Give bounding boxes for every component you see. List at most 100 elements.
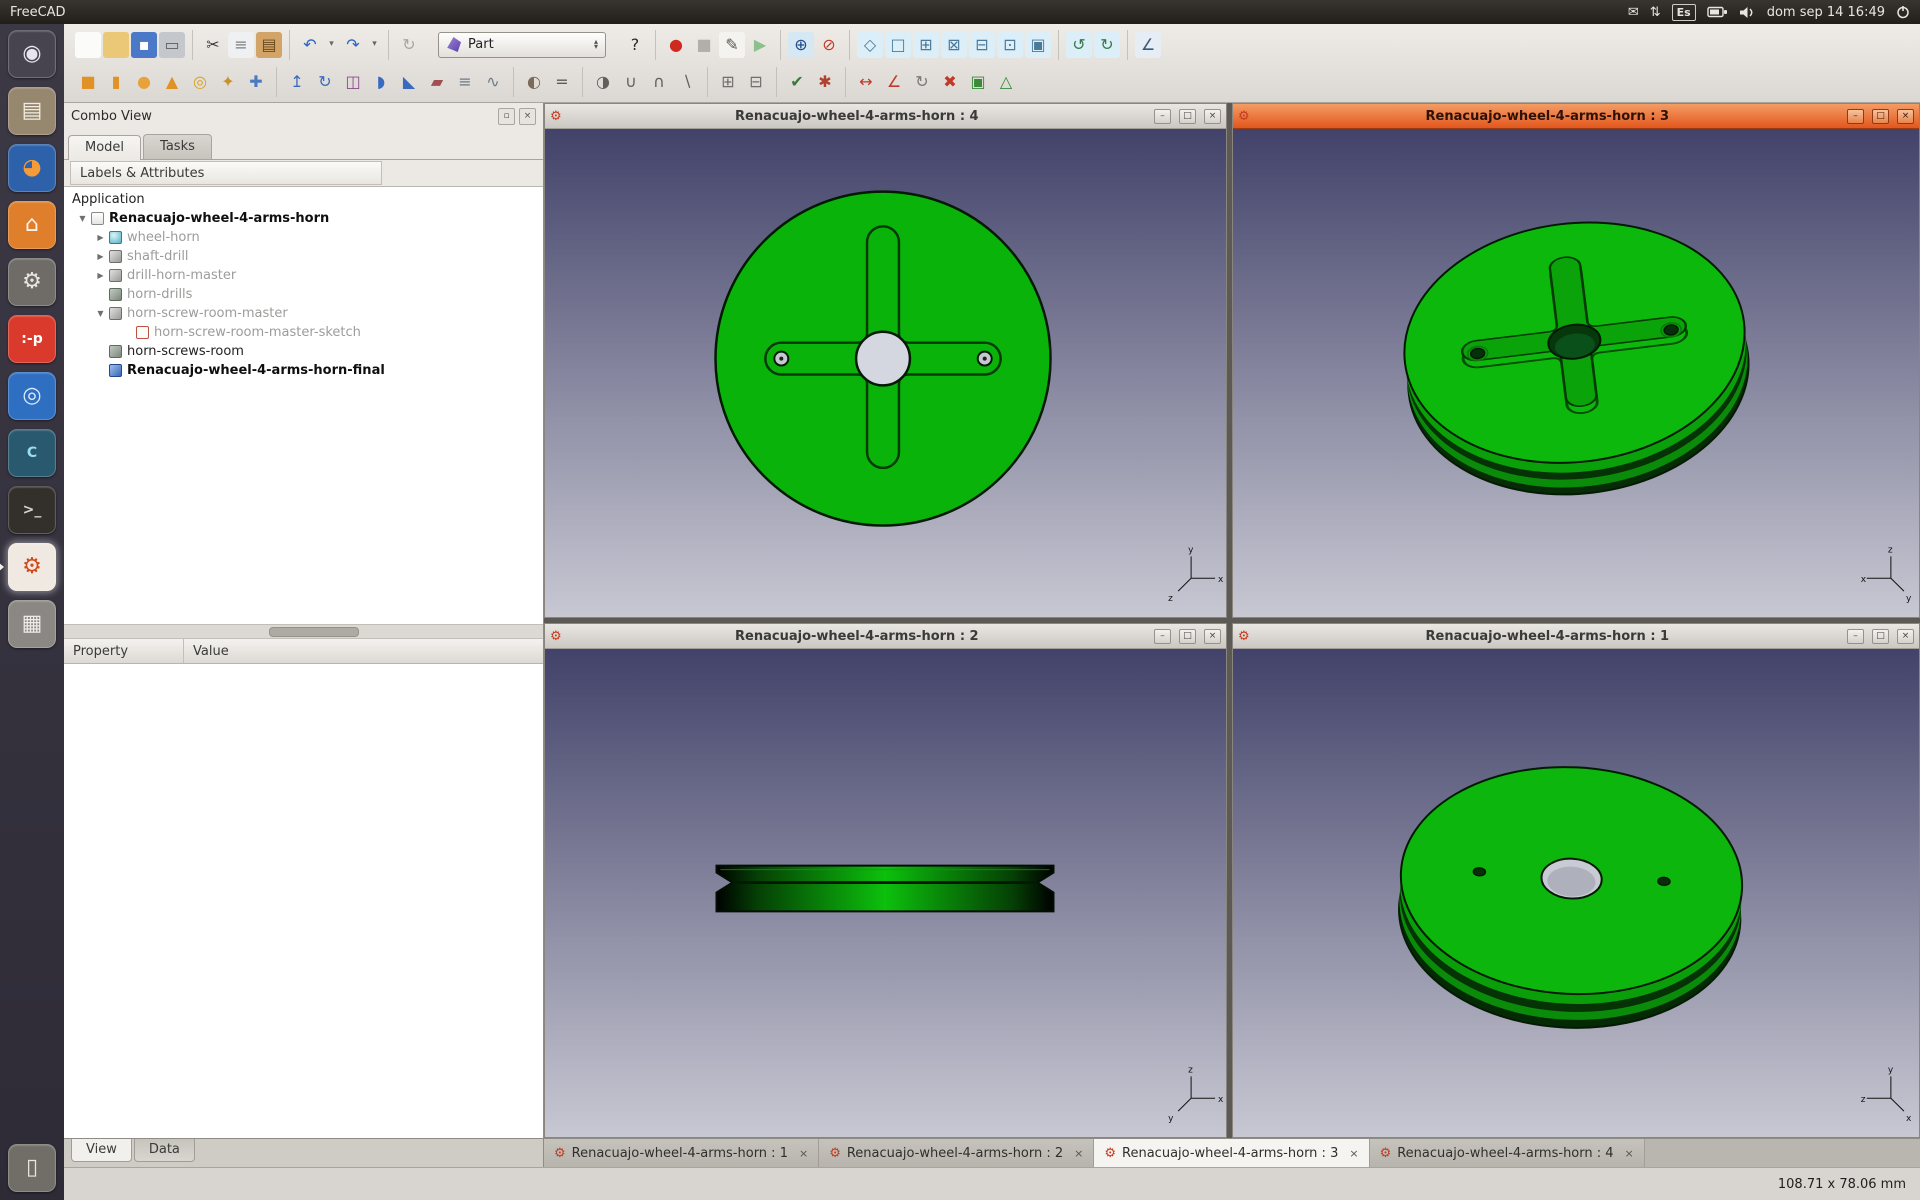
files-icon[interactable]: ▤ (8, 87, 56, 135)
part-torus-icon[interactable]: ◎ (187, 69, 213, 95)
tree-item[interactable]: horn-drills (64, 285, 543, 304)
rotate-right-icon[interactable]: ↻ (1094, 32, 1120, 58)
expander-icon[interactable]: ▶ (94, 233, 107, 242)
extrude-icon[interactable]: ↥ (284, 69, 310, 95)
toggle-measure-icon[interactable]: ▣ (965, 69, 991, 95)
firefox-icon[interactable]: ◕ (8, 144, 56, 192)
3d-viewport[interactable]: x y z (545, 129, 1226, 617)
tree-item[interactable]: ▶wheel-horn (64, 228, 543, 247)
tree-item[interactable]: ▼horn-screw-room-master (64, 304, 543, 323)
clock[interactable]: dom sep 14 16:49 (1767, 5, 1885, 20)
macro-edit-icon[interactable]: ✎ (719, 32, 745, 58)
restore-button[interactable]: □ (1872, 629, 1889, 644)
minimize-button[interactable]: – (1154, 109, 1171, 124)
window-titlebar[interactable]: ⚙ Renacuajo-wheel-4-arms-horn : 2 – □ × (545, 624, 1226, 649)
combo-view-header[interactable]: Combo View ▫ × (64, 103, 543, 129)
close-button[interactable]: × (1204, 629, 1221, 644)
whats-this-icon[interactable]: ? (622, 32, 648, 58)
union-icon[interactable]: ∪ (618, 69, 644, 95)
chamfer-icon[interactable]: ◣ (396, 69, 422, 95)
minimize-button[interactable]: – (1154, 629, 1171, 644)
mirror-icon[interactable]: ◫ (340, 69, 366, 95)
wheel-geometry[interactable] (716, 866, 1053, 912)
session-menu-icon[interactable] (1896, 5, 1910, 19)
close-button[interactable]: × (1897, 629, 1914, 644)
view-left-icon[interactable]: ▣ (1025, 32, 1051, 58)
tree-item[interactable]: ▶shaft-drill (64, 247, 543, 266)
macro-play-icon[interactable]: ▶ (747, 32, 773, 58)
view-top-icon[interactable]: ⊞ (913, 32, 939, 58)
part-cone-icon[interactable]: ▲ (159, 69, 185, 95)
battery-icon[interactable] (1707, 6, 1728, 18)
part-sphere-icon[interactable]: ● (131, 69, 157, 95)
common-icon[interactable]: ∩ (646, 69, 672, 95)
expander-icon[interactable]: ▼ (94, 309, 107, 318)
view-right-icon[interactable]: ⊠ (941, 32, 967, 58)
win-tab[interactable]: ⚙Renacuajo-wheel-4-arms-horn : 2× (819, 1139, 1094, 1167)
measure-clear-icon[interactable]: ✖ (937, 69, 963, 95)
cv-btab[interactable]: Data (134, 1139, 195, 1162)
save-icon[interactable]: ▪ (131, 32, 157, 58)
new-file-icon[interactable] (75, 32, 101, 58)
cross-sections-icon[interactable]: = (549, 69, 575, 95)
cv-tab[interactable]: Tasks (143, 134, 212, 159)
restore-button[interactable]: □ (1179, 109, 1196, 124)
part-cylinder-icon[interactable]: ▮ (103, 69, 129, 95)
trash-icon[interactable]: ▯ (8, 1144, 56, 1192)
extra-app-icon[interactable]: ▦ (8, 600, 56, 648)
close-icon[interactable]: × (1349, 1147, 1358, 1160)
tree-item[interactable]: horn-screws-room (64, 342, 543, 361)
window-titlebar-active[interactable]: ⚙ Renacuajo-wheel-4-arms-horn : 3 – □ × (1233, 104, 1919, 129)
wheel-geometry[interactable] (715, 192, 1050, 526)
tree-item[interactable]: ▼Renacuajo-wheel-4-arms-horn (64, 209, 543, 228)
boolean-icon[interactable]: ◑ (590, 69, 616, 95)
3d-viewport[interactable]: x z y (545, 649, 1226, 1137)
expander-icon[interactable]: ▼ (76, 214, 89, 223)
minimize-button[interactable]: – (1847, 109, 1864, 124)
tree-item[interactable]: Application (64, 190, 543, 209)
macro-stop-icon[interactable]: ■ (691, 32, 717, 58)
open-file-icon[interactable] (103, 32, 129, 58)
spin-down-icon[interactable]: ▾ (594, 45, 598, 50)
keyboard-indicator[interactable]: Es (1672, 4, 1696, 21)
zoom-fit-icon[interactable]: ⊕ (788, 32, 814, 58)
software-center-icon[interactable]: ⌂ (8, 201, 56, 249)
expander-icon[interactable]: ▶ (94, 252, 107, 261)
3d-viewport[interactable]: x z y (1233, 129, 1919, 617)
explode-compound-icon[interactable]: ⊟ (743, 69, 769, 95)
win-tab[interactable]: ⚙Renacuajo-wheel-4-arms-horn : 3× (1094, 1139, 1369, 1167)
section-icon[interactable]: ◐ (521, 69, 547, 95)
sweep-icon[interactable]: ∿ (480, 69, 506, 95)
view-axonometric-icon[interactable]: ◇ (857, 32, 883, 58)
part-box-icon[interactable]: ■ (75, 69, 101, 95)
redo-icon[interactable]: ↷ (340, 32, 366, 58)
restore-button[interactable]: □ (1179, 629, 1196, 644)
check-geometry-icon[interactable]: ✔ (784, 69, 810, 95)
view-bottom-icon[interactable]: ⊡ (997, 32, 1023, 58)
toggle-delta-icon[interactable]: △ (993, 69, 1019, 95)
copy-icon[interactable]: ≡ (228, 32, 254, 58)
cut-boolean-icon[interactable]: ∖ (674, 69, 700, 95)
messenger-icon[interactable]: :-p (8, 315, 56, 363)
refresh-icon[interactable]: ↻ (396, 32, 422, 58)
tree-item[interactable]: Renacuajo-wheel-4-arms-horn-final (64, 361, 543, 380)
sync-indicator-icon[interactable]: ⇅ (1650, 6, 1661, 19)
measure-angular-icon[interactable]: ∠ (881, 69, 907, 95)
view-rear-icon[interactable]: ⊟ (969, 32, 995, 58)
loft-icon[interactable]: ≡ (452, 69, 478, 95)
cv-tab[interactable]: Model (68, 135, 141, 160)
close-panel-button[interactable]: × (519, 108, 536, 125)
system-settings-icon[interactable]: ⚙ (8, 258, 56, 306)
shape-builder-icon[interactable]: ✚ (243, 69, 269, 95)
window-titlebar[interactable]: ⚙ Renacuajo-wheel-4-arms-horn : 4 – □ × (545, 104, 1226, 129)
measure-linear-icon[interactable]: ↔ (853, 69, 879, 95)
dash-home-icon[interactable]: ◉ (8, 30, 56, 78)
tree-horizontal-scrollbar[interactable] (64, 624, 543, 639)
win-tab[interactable]: ⚙Renacuajo-wheel-4-arms-horn : 1× (544, 1139, 819, 1167)
print-icon[interactable]: ▭ (159, 32, 185, 58)
terminal-icon[interactable]: >_ (8, 486, 56, 534)
win-tab[interactable]: ⚙Renacuajo-wheel-4-arms-horn : 4× (1370, 1139, 1645, 1167)
compound-icon[interactable]: ⊞ (715, 69, 741, 95)
ruled-surface-icon[interactable]: ▰ (424, 69, 450, 95)
volume-icon[interactable] (1739, 6, 1756, 19)
